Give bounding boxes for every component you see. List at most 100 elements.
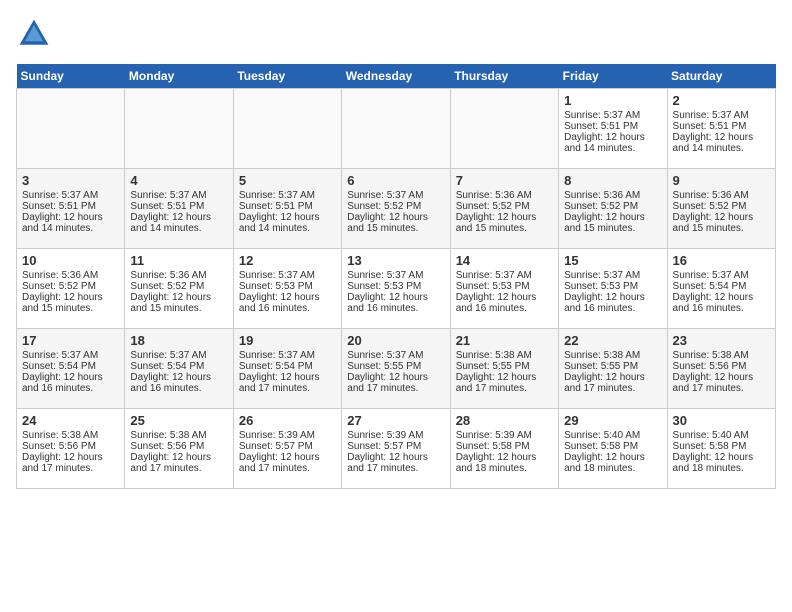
calendar-week-row: 24 Sunrise: 5:38 AMSunset: 5:56 PM Dayligh…: [17, 409, 776, 489]
day-info: Sunrise: 5:37 AM: [130, 190, 227, 201]
day-info: Sunset: 5:53 PM: [347, 281, 444, 292]
day-number: 18: [130, 333, 227, 348]
day-info: Daylight: 12 hours and 14 minutes.: [239, 212, 336, 234]
day-number: 6: [347, 173, 444, 188]
day-header-sunday: Sunday: [17, 64, 125, 89]
calendar-header-row: SundayMondayTuesdayWednesdayThursdayFrid…: [17, 64, 776, 89]
calendar-cell: 9Sunrise: 5:36 AMSunset: 5:52 PMDaylight…: [667, 169, 775, 249]
day-info: Sunset: 5:57 PM: [347, 441, 444, 452]
day-info: Sunrise: 5:37 AM: [456, 270, 553, 281]
day-info: Sunset: 5:54 PM: [673, 281, 770, 292]
day-number: 1: [564, 93, 661, 108]
day-header-thursday: Thursday: [450, 64, 558, 89]
calendar-cell: 2Sunrise: 5:37 AMSunset: 5:51 PMDaylight…: [667, 89, 775, 169]
day-info: Sunset: 5:52 PM: [456, 201, 553, 212]
calendar-cell: 5Sunrise: 5:37 AMSunset: 5:51 PMDaylight…: [233, 169, 341, 249]
day-info: Sunset: 5:56 PM: [22, 441, 119, 452]
day-info: Sunrise: 5:40 AM: [564, 430, 661, 441]
day-number: 27: [347, 413, 444, 428]
day-number: 24: [22, 413, 119, 428]
day-number: 19: [239, 333, 336, 348]
day-info: Daylight: 12 hours and 15 minutes.: [347, 212, 444, 234]
day-number: 20: [347, 333, 444, 348]
calendar-cell: 3Sunrise: 5:37 AMSunset: 5:51 PMDaylight…: [17, 169, 125, 249]
day-number: 22: [564, 333, 661, 348]
day-info: Sunrise: 5:37 AM: [564, 270, 661, 281]
day-info: Sunrise: 5:36 AM: [564, 190, 661, 201]
day-info: Daylight: 12 hours and 17 minutes.: [456, 372, 553, 394]
day-info: Sunset: 5:54 PM: [130, 361, 227, 372]
calendar-cell: 11Sunrise: 5:36 AMSunset: 5:52 PMDayligh…: [125, 249, 233, 329]
day-info: Daylight: 12 hours and 17 minutes.: [239, 452, 336, 474]
day-info: Sunrise: 5:38 AM: [22, 430, 119, 441]
day-number: 5: [239, 173, 336, 188]
day-info: Daylight: 12 hours and 16 minutes.: [22, 372, 119, 394]
day-number: 14: [456, 253, 553, 268]
day-info: Sunrise: 5:36 AM: [456, 190, 553, 201]
calendar-cell: [125, 89, 233, 169]
day-info: Daylight: 12 hours and 17 minutes.: [239, 372, 336, 394]
calendar-cell: 13Sunrise: 5:37 AMSunset: 5:53 PMDayligh…: [342, 249, 450, 329]
calendar-cell: 16 Sunrise: 5:37 AMSunset: 5:54 PMDayligh…: [667, 249, 775, 329]
day-number: 9: [673, 173, 770, 188]
calendar-cell: 1Sunrise: 5:37 AMSunset: 5:51 PMDaylight…: [559, 89, 667, 169]
day-number: 11: [130, 253, 227, 268]
day-info: Daylight: 12 hours and 14 minutes.: [673, 132, 770, 154]
day-info: Sunset: 5:51 PM: [239, 201, 336, 212]
day-number: 12: [239, 253, 336, 268]
day-info: Sunrise: 5:37 AM: [130, 350, 227, 361]
day-info: Sunrise: 5:37 AM: [673, 270, 770, 281]
day-info: Sunrise: 5:37 AM: [673, 110, 770, 121]
calendar-week-row: 17Sunrise: 5:37 AMSunset: 5:54 PMDayligh…: [17, 329, 776, 409]
day-number: 29: [564, 413, 661, 428]
day-info: Daylight: 12 hours and 16 minutes.: [239, 292, 336, 314]
day-info: Sunset: 5:52 PM: [347, 201, 444, 212]
day-info: Sunset: 5:58 PM: [673, 441, 770, 452]
day-info: Sunset: 5:58 PM: [564, 441, 661, 452]
day-info: Sunrise: 5:38 AM: [673, 350, 770, 361]
day-number: 3: [22, 173, 119, 188]
calendar-cell: 4Sunrise: 5:37 AMSunset: 5:51 PMDaylight…: [125, 169, 233, 249]
calendar-cell: 20Sunrise: 5:37 AMSunset: 5:55 PMDayligh…: [342, 329, 450, 409]
calendar-cell: 21Sunrise: 5:38 AMSunset: 5:55 PMDayligh…: [450, 329, 558, 409]
calendar-cell: [17, 89, 125, 169]
day-info: Daylight: 12 hours and 16 minutes.: [673, 292, 770, 314]
day-info: Daylight: 12 hours and 15 minutes.: [22, 292, 119, 314]
calendar-cell: [342, 89, 450, 169]
day-info: Sunset: 5:51 PM: [130, 201, 227, 212]
day-info: Sunset: 5:57 PM: [239, 441, 336, 452]
calendar-week-row: 1Sunrise: 5:37 AMSunset: 5:51 PMDaylight…: [17, 89, 776, 169]
day-info: Sunrise: 5:36 AM: [130, 270, 227, 281]
day-info: Sunset: 5:52 PM: [673, 201, 770, 212]
calendar-cell: 29Sunrise: 5:40 AMSunset: 5:58 PMDayligh…: [559, 409, 667, 489]
day-header-saturday: Saturday: [667, 64, 775, 89]
day-info: Sunrise: 5:37 AM: [22, 350, 119, 361]
calendar-cell: 10Sunrise: 5:36 AMSunset: 5:52 PMDayligh…: [17, 249, 125, 329]
day-number: 17: [22, 333, 119, 348]
day-info: Sunset: 5:51 PM: [673, 121, 770, 132]
day-header-wednesday: Wednesday: [342, 64, 450, 89]
calendar-cell: 30Sunrise: 5:40 AMSunset: 5:58 PMDayligh…: [667, 409, 775, 489]
day-info: Daylight: 12 hours and 16 minutes.: [130, 372, 227, 394]
day-info: Daylight: 12 hours and 17 minutes.: [130, 452, 227, 474]
calendar-cell: 6Sunrise: 5:37 AMSunset: 5:52 PMDaylight…: [342, 169, 450, 249]
day-info: Sunrise: 5:37 AM: [564, 110, 661, 121]
day-info: Sunrise: 5:38 AM: [456, 350, 553, 361]
day-info: Sunset: 5:54 PM: [239, 361, 336, 372]
day-info: Daylight: 12 hours and 15 minutes.: [673, 212, 770, 234]
day-number: 23: [673, 333, 770, 348]
day-number: 16: [673, 253, 770, 268]
day-info: Sunset: 5:55 PM: [347, 361, 444, 372]
calendar-cell: 28Sunrise: 5:39 AMSunset: 5:58 PMDayligh…: [450, 409, 558, 489]
day-info: Sunset: 5:55 PM: [564, 361, 661, 372]
day-info: Sunset: 5:51 PM: [22, 201, 119, 212]
calendar-cell: 22Sunrise: 5:38 AMSunset: 5:55 PMDayligh…: [559, 329, 667, 409]
day-info: Sunset: 5:53 PM: [564, 281, 661, 292]
calendar-cell: 19Sunrise: 5:37 AMSunset: 5:54 PMDayligh…: [233, 329, 341, 409]
day-number: 25: [130, 413, 227, 428]
day-number: 8: [564, 173, 661, 188]
day-info: Daylight: 12 hours and 14 minutes.: [130, 212, 227, 234]
day-info: Sunset: 5:52 PM: [564, 201, 661, 212]
day-info: Sunset: 5:56 PM: [673, 361, 770, 372]
day-info: Sunrise: 5:40 AM: [673, 430, 770, 441]
